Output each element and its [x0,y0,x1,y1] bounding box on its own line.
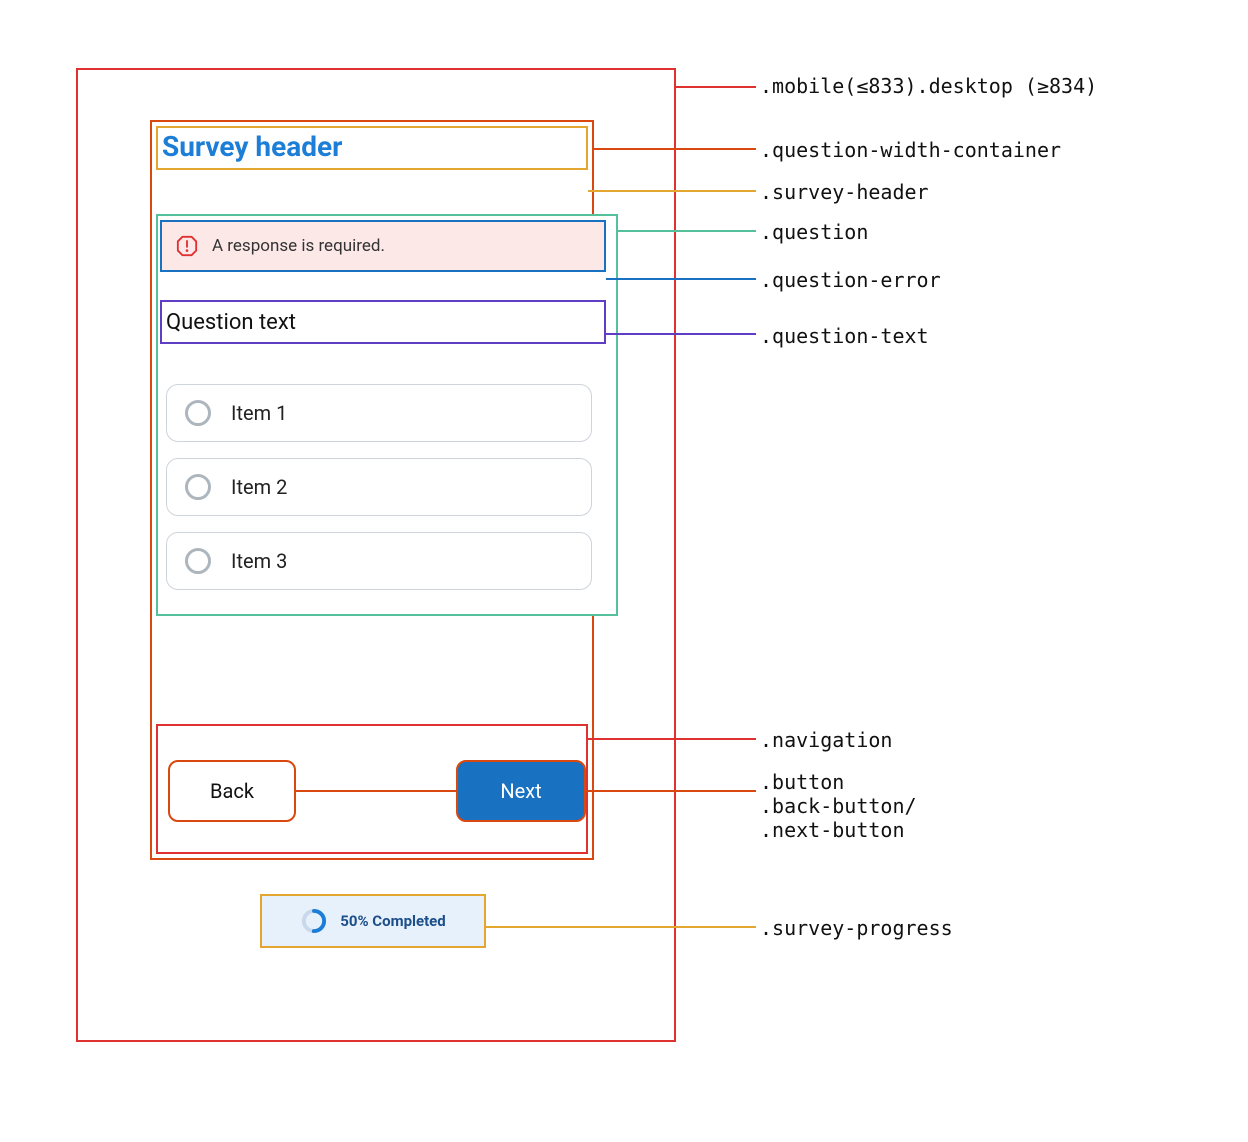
annotation-mobile-desktop: .mobile(≤833).desktop (≥834) [760,74,1097,98]
diagram: Survey header A response is required. Qu… [60,60,1188,1082]
radio-item[interactable]: Item 2 [166,458,592,516]
annotation-question: .question [760,220,868,244]
radio-label: Item 2 [231,475,287,499]
radio-label: Item 1 [231,401,287,425]
survey-header: Survey header [156,126,588,170]
leader-line [606,278,756,280]
radio-label: Item 3 [231,549,287,573]
error-icon [176,235,198,257]
radio-item[interactable]: Item 3 [166,532,592,590]
annotation-question-error: .question-error [760,268,941,292]
diagram-canvas: Survey header A response is required. Qu… [20,20,1228,1122]
next-button-label: Next [500,779,541,803]
annotation-question-text: .question-text [760,324,929,348]
radio-icon [185,474,211,500]
radio-group: Item 1 Item 2 Item 3 [166,384,592,606]
leader-line [594,148,756,150]
radio-item[interactable]: Item 1 [166,384,592,442]
back-button[interactable]: Back [168,760,296,822]
leader-line [676,86,756,88]
survey-progress: 50% Completed [260,894,486,948]
next-button[interactable]: Next [456,760,586,822]
progress-text: 50% Completed [340,912,445,930]
radio-icon [185,548,211,574]
annotation-button: .button .back-button/ .next-button [760,770,917,842]
question-text-label: Question text [166,310,296,335]
progress-ring-icon [300,907,328,935]
annotation-button-l3: .next-button [760,818,917,842]
question-text: Question text [160,300,606,344]
error-message: A response is required. [212,236,385,256]
annotation-survey-progress: .survey-progress [760,916,953,940]
annotation-survey-header: .survey-header [760,180,929,204]
back-button-label: Back [210,779,254,803]
leader-line [586,790,756,792]
leader-line [486,926,756,928]
annotation-button-l2: .back-button/ [760,794,917,818]
leader-line [588,190,756,192]
survey-header-text: Survey header [162,130,342,163]
question-error: A response is required. [160,220,606,272]
radio-icon [185,400,211,426]
leader-line [296,790,456,792]
annotation-question-width-container: .question-width-container [760,138,1061,162]
annotation-button-l1: .button [760,770,844,794]
leader-line [618,230,756,232]
leader-line [606,333,756,335]
leader-line [588,738,756,740]
annotation-navigation: .navigation [760,728,892,752]
